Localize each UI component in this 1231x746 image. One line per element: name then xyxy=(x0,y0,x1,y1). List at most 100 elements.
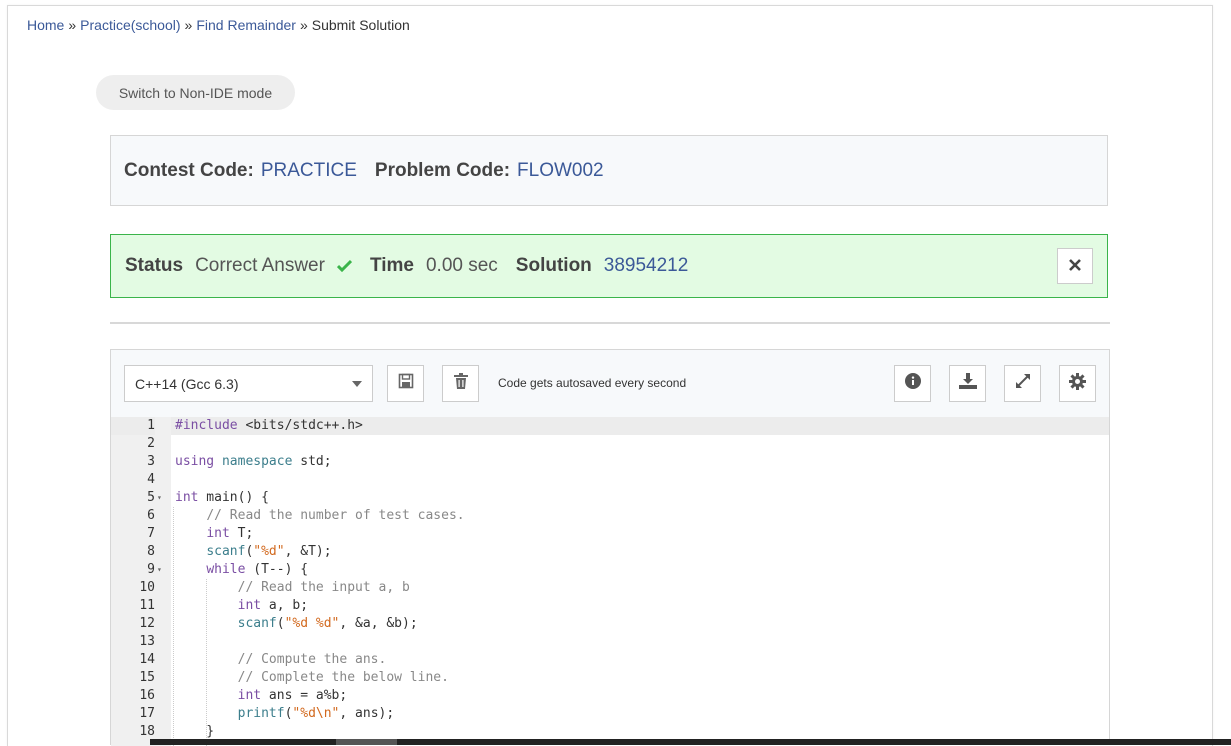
problem-code-value[interactable]: FLOW002 xyxy=(517,160,604,182)
breadcrumb-separator: » xyxy=(299,17,308,33)
line-number: 6 xyxy=(147,508,155,523)
line-number: 16 xyxy=(139,688,155,703)
breadcrumb-practice[interactable]: Practice(school) xyxy=(80,17,180,33)
line-number: 8 xyxy=(147,544,155,559)
status-label: Status xyxy=(125,255,184,276)
code-line[interactable]: 16 int ans = a%b; xyxy=(111,687,1109,705)
chevron-down-icon xyxy=(352,381,362,387)
status-value: Correct Answer xyxy=(195,255,325,276)
code-line[interactable]: 13 xyxy=(111,633,1109,651)
status-banner: Status Correct Answer Time 0.00 sec Solu… xyxy=(110,234,1108,298)
code-text: int main() { xyxy=(175,490,269,505)
code-text: scanf("%d", &T); xyxy=(206,544,332,559)
line-number: 2 xyxy=(147,436,155,451)
line-number: 13 xyxy=(139,634,155,649)
save-icon xyxy=(398,373,414,394)
save-button[interactable] xyxy=(387,365,424,402)
code-text: #include <bits/stdc++.h> xyxy=(171,417,1109,435)
autosave-notice: Code gets autosaved every second xyxy=(498,376,687,390)
download-icon xyxy=(958,373,977,394)
problem-codes-panel: Contest Code: PRACTICE Problem Code: FLO… xyxy=(110,135,1108,206)
close-icon xyxy=(1069,255,1081,277)
line-number: 5 xyxy=(147,490,155,505)
code-line[interactable]: 4 xyxy=(111,471,1109,489)
code-area[interactable]: 1 #include <bits/stdc++.h> 2 3 using namespa… xyxy=(111,417,1109,746)
switch-mode-button[interactable]: Switch to Non-IDE mode xyxy=(96,75,295,110)
code-text: // Read the input a, b xyxy=(237,580,410,595)
close-status-button[interactable] xyxy=(1057,248,1093,284)
horizontal-scrollbar[interactable] xyxy=(150,739,1231,745)
fold-toggle-icon[interactable]: ▾ xyxy=(157,561,167,579)
code-text: using namespace std; xyxy=(175,454,332,469)
breadcrumb-separator: » xyxy=(184,17,193,33)
code-line[interactable]: 3 using namespace std; xyxy=(111,453,1109,471)
fullscreen-button[interactable] xyxy=(1004,365,1041,402)
breadcrumb: Home» Practice(school)» Find Remainder» Sub… xyxy=(27,17,410,33)
info-button[interactable] xyxy=(894,365,931,402)
solution-id-link[interactable]: 38954212 xyxy=(604,255,689,277)
settings-button[interactable] xyxy=(1059,365,1096,402)
fold-toggle-icon[interactable]: ▾ xyxy=(157,489,167,507)
code-text: while (T--) { xyxy=(206,562,309,577)
code-line[interactable]: 15 // Complete the below line. xyxy=(111,669,1109,687)
code-editor-panel: C++14 (Gcc 6.3) Code gets autosaved ever… xyxy=(110,349,1110,746)
code-line[interactable]: 1 #include <bits/stdc++.h> xyxy=(111,417,1109,435)
editor-toolbar: C++14 (Gcc 6.3) Code gets autosaved ever… xyxy=(111,350,1109,418)
breadcrumb-separator: » xyxy=(68,17,77,33)
line-number: 1 xyxy=(111,417,155,435)
line-number: 11 xyxy=(139,598,155,613)
code-text: int T; xyxy=(206,526,254,541)
line-number: 3 xyxy=(147,454,155,469)
contest-code-label: Contest Code: xyxy=(124,159,254,181)
code-text: // Read the number of test cases. xyxy=(206,508,465,523)
code-text: int ans = a%b; xyxy=(237,688,348,703)
language-select[interactable]: C++14 (Gcc 6.3) xyxy=(124,365,373,402)
code-line[interactable]: 2 xyxy=(111,435,1109,453)
time-label: Time xyxy=(369,255,414,276)
code-line[interactable]: 12 scanf("%d %d", &a, &b); xyxy=(111,615,1109,633)
line-number: 14 xyxy=(139,652,155,667)
code-text: // Complete the below line. xyxy=(237,670,449,685)
code-line[interactable]: 7 int T; xyxy=(111,525,1109,543)
line-number: 9 xyxy=(147,562,155,577)
breadcrumb-problem[interactable]: Find Remainder xyxy=(196,17,296,33)
breadcrumb-home[interactable]: Home xyxy=(27,17,64,33)
line-number: 12 xyxy=(139,616,155,631)
download-button[interactable] xyxy=(949,365,986,402)
scrollbar-thumb[interactable] xyxy=(336,739,397,745)
code-text: scanf("%d %d", &a, &b); xyxy=(237,616,418,631)
line-number: 15 xyxy=(139,670,155,685)
info-icon xyxy=(904,373,921,394)
solution-label: Solution xyxy=(515,255,592,276)
code-text: printf("%d\n", ans); xyxy=(237,706,395,721)
line-number: 17 xyxy=(139,706,155,721)
line-number: 18 xyxy=(139,724,155,739)
code-line[interactable]: 14 // Compute the ans. xyxy=(111,651,1109,669)
check-icon xyxy=(336,256,353,277)
expand-icon xyxy=(1015,373,1031,394)
language-select-value: C++14 (Gcc 6.3) xyxy=(135,375,239,392)
code-line[interactable]: 6 // Read the number of test cases. xyxy=(111,507,1109,525)
code-line[interactable]: 5 ▾ int main() { xyxy=(111,489,1109,507)
code-line[interactable]: 9 ▾ while (T--) { xyxy=(111,561,1109,579)
indent-guide xyxy=(206,579,207,746)
code-text: // Compute the ans. xyxy=(237,652,387,667)
code-line[interactable]: 17 printf("%d\n", ans); xyxy=(111,705,1109,723)
code-line[interactable]: 8 scanf("%d", &T); xyxy=(111,543,1109,561)
gear-icon xyxy=(1069,372,1086,395)
contest-code-value[interactable]: PRACTICE xyxy=(261,160,357,182)
code-line[interactable]: 11 int a, b; xyxy=(111,597,1109,615)
trash-icon xyxy=(453,373,468,394)
divider xyxy=(110,322,1110,324)
line-number: 10 xyxy=(139,580,155,595)
line-number: 4 xyxy=(147,472,155,487)
breadcrumb-current: Submit Solution xyxy=(311,17,410,33)
problem-code-label: Problem Code: xyxy=(374,159,511,181)
code-text: int a, b; xyxy=(237,598,309,613)
delete-button[interactable] xyxy=(442,365,479,402)
code-line[interactable]: 10 // Read the input a, b xyxy=(111,579,1109,597)
line-number: 7 xyxy=(147,526,155,541)
